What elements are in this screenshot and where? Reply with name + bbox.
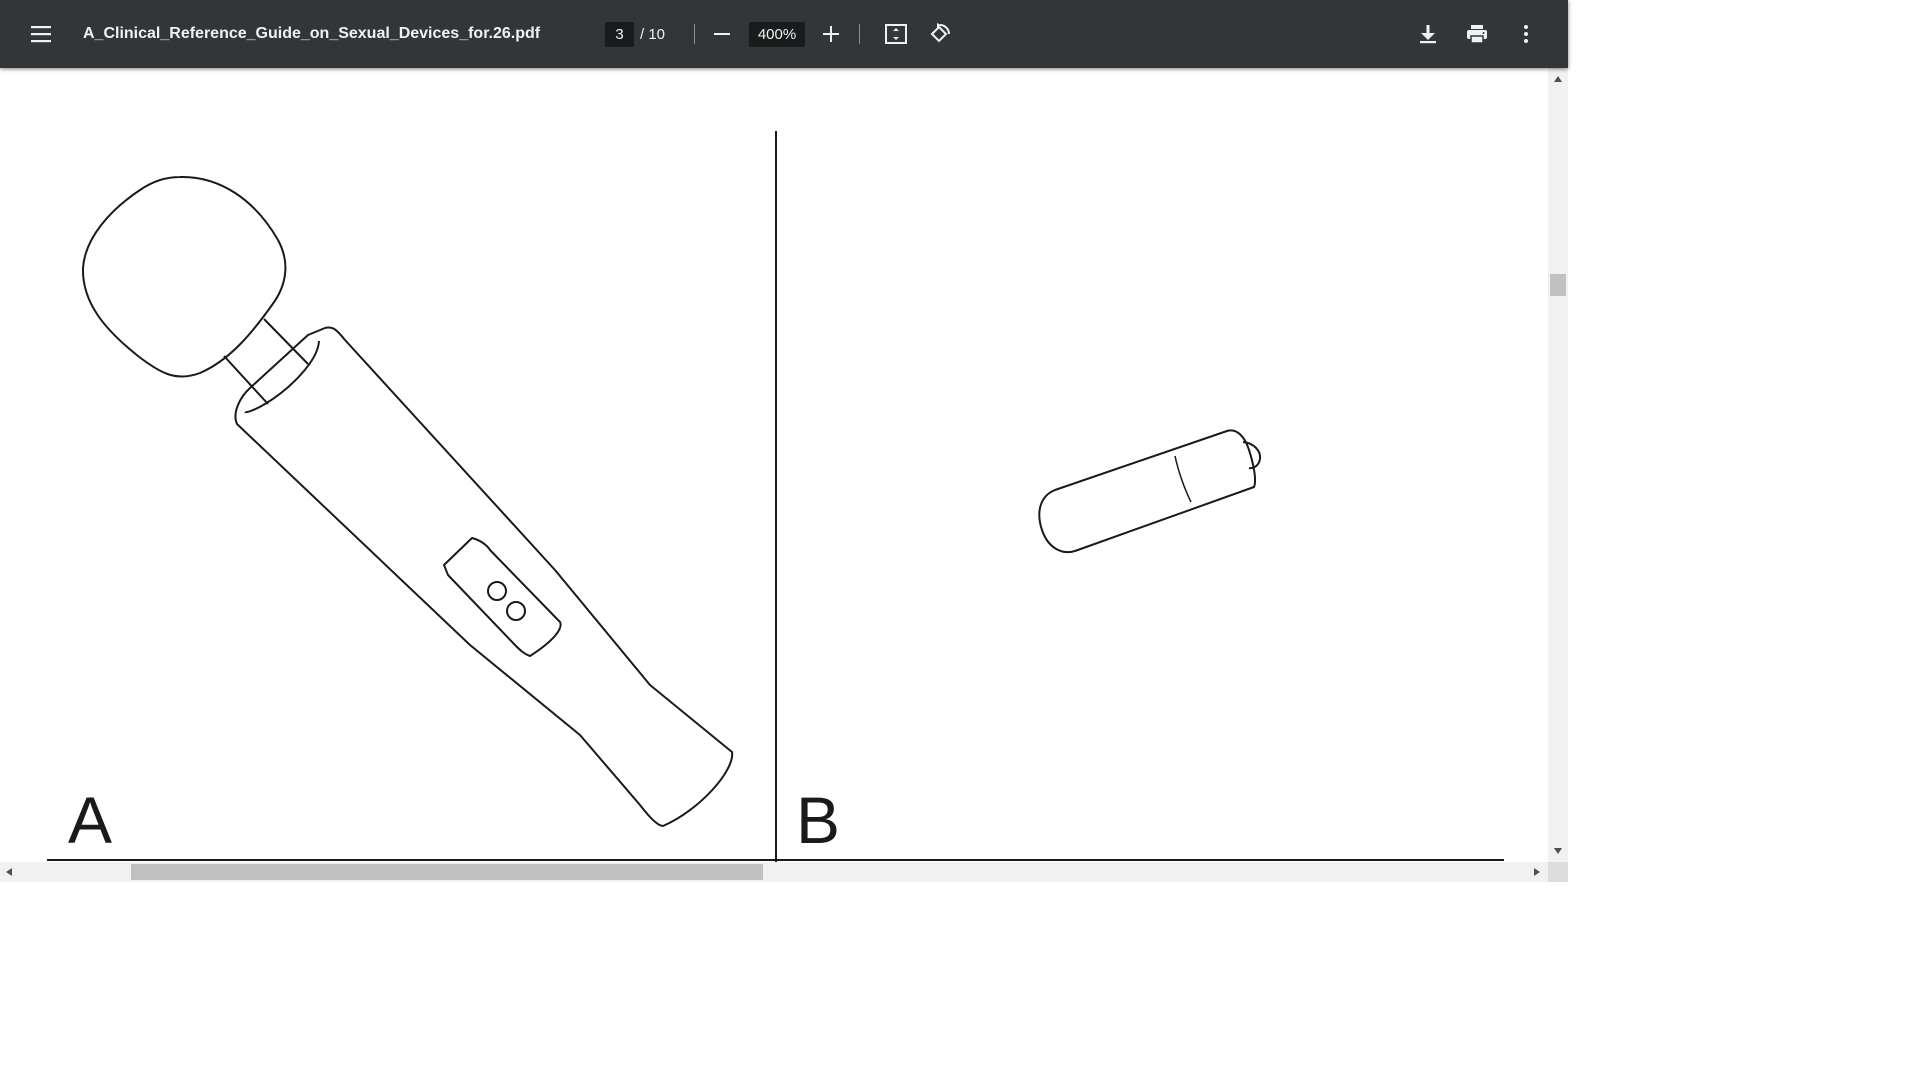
toolbar-divider xyxy=(694,24,695,44)
zoom-input[interactable]: 400% xyxy=(749,22,805,47)
download-icon[interactable] xyxy=(1410,16,1446,52)
wand-head xyxy=(81,175,287,378)
page-total: / 10 xyxy=(640,26,666,43)
pdf-toolbar: A_Clinical_Reference_Guide_on_Sexual_Dev… xyxy=(0,0,1568,68)
fit-to-page-icon[interactable] xyxy=(878,16,914,52)
current-page-input[interactable]: 3 xyxy=(605,22,634,47)
pdf-page-viewport[interactable]: A B xyxy=(0,68,1548,862)
bullet-seam xyxy=(1174,455,1192,503)
scroll-down-arrow-icon[interactable] xyxy=(1554,848,1562,854)
pdf-page-drawing xyxy=(47,131,1504,862)
wand-neck xyxy=(223,318,309,405)
scroll-left-arrow-icon[interactable] xyxy=(6,868,12,876)
hamburger-menu-icon[interactable] xyxy=(23,16,59,52)
minus-icon[interactable] xyxy=(704,16,740,52)
figure-label-a: A xyxy=(68,783,113,857)
figure-label-b: B xyxy=(796,783,841,857)
toolbar-divider xyxy=(859,24,860,44)
wand-massager-illustration xyxy=(81,175,734,827)
document-title: A_Clinical_Reference_Guide_on_Sexual_Dev… xyxy=(83,25,541,42)
wand-button-1 xyxy=(487,581,507,601)
horizontal-scrollbar-thumb[interactable] xyxy=(131,864,763,880)
print-icon[interactable] xyxy=(1459,16,1495,52)
vertical-scrollbar-thumb[interactable] xyxy=(1550,274,1566,296)
more-vertical-icon[interactable] xyxy=(1508,16,1544,52)
vertical-scrollbar[interactable] xyxy=(1548,68,1568,862)
wand-button-2 xyxy=(506,601,526,621)
bullet-vibrator-illustration xyxy=(1038,429,1262,553)
bullet-body xyxy=(1038,429,1257,553)
scroll-right-arrow-icon[interactable] xyxy=(1534,868,1540,876)
wand-collar xyxy=(244,340,320,414)
scroll-up-arrow-icon[interactable] xyxy=(1554,76,1562,82)
wand-handle xyxy=(234,326,734,827)
plus-icon[interactable] xyxy=(813,16,849,52)
scrollbar-corner xyxy=(1548,862,1568,882)
rotate-counterclockwise-icon[interactable] xyxy=(922,16,958,52)
